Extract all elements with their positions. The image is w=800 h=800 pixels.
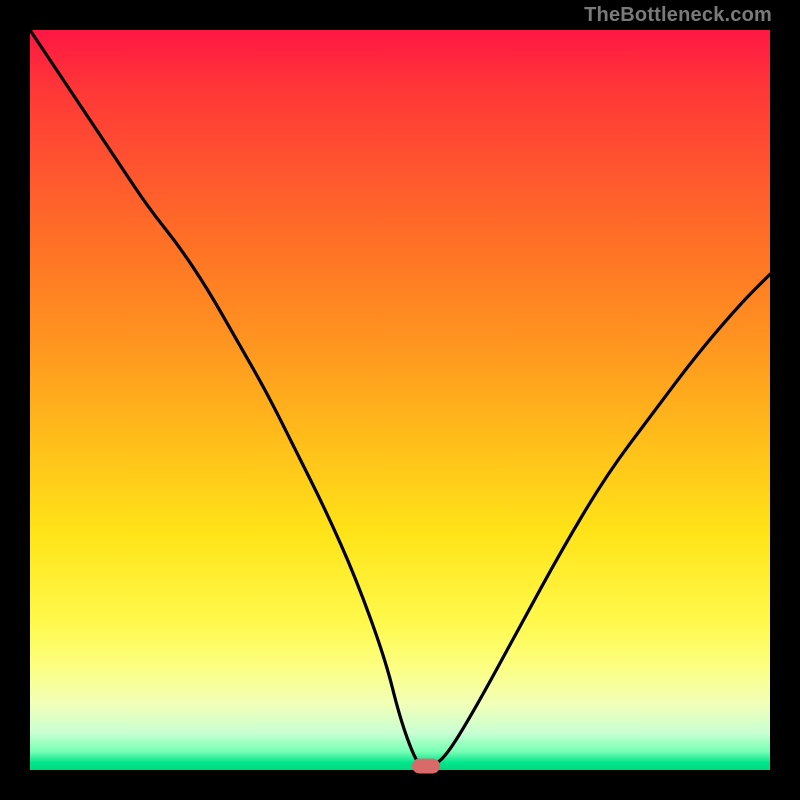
watermark-text: TheBottleneck.com xyxy=(584,4,772,27)
bottleneck-curve xyxy=(30,30,770,770)
chart-wrapper: TheBottleneck.com xyxy=(0,0,800,800)
plot-area xyxy=(30,30,770,770)
optimum-marker xyxy=(412,759,440,774)
